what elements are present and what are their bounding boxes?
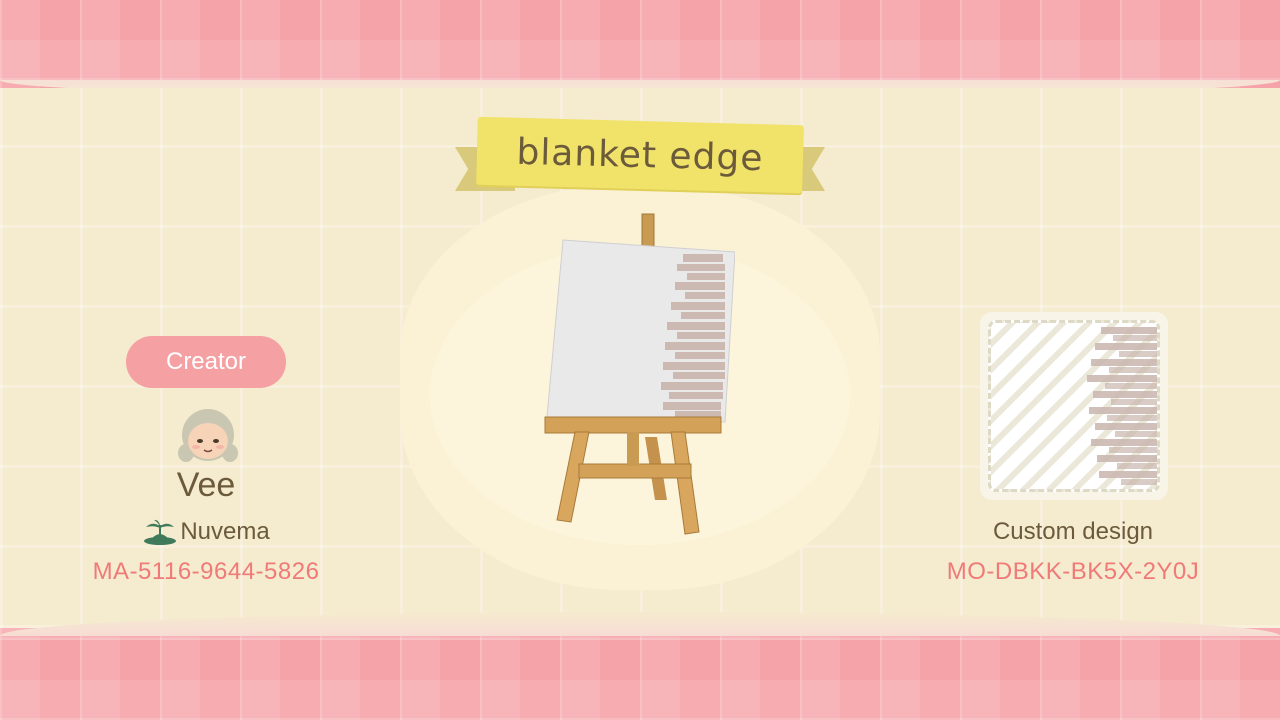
island-row: Nuvema: [106, 518, 306, 546]
banner-ribbon: blanket edge: [476, 116, 804, 194]
design-pattern-tile: [988, 320, 1160, 492]
title-banner: blanket edge: [455, 113, 825, 203]
design-type-label: Custom design: [992, 518, 1154, 545]
creator-label-pill: Creator: [126, 336, 286, 388]
design-title: blanket edge: [515, 131, 764, 179]
design-pattern-preview: [980, 312, 1168, 500]
easel-preview: [544, 213, 735, 535]
island-name: Nuvema: [180, 518, 270, 545]
design-code: MO-DBKK-BK5X-2Y0J: [946, 558, 1200, 585]
creator-id: MA-5116-9644-5826: [92, 558, 320, 585]
pattern-drips: [1087, 327, 1157, 485]
villager-avatar-icon: [178, 409, 238, 462]
palm-tree-island-icon: [144, 519, 177, 545]
creator-name: Vee: [176, 466, 236, 504]
